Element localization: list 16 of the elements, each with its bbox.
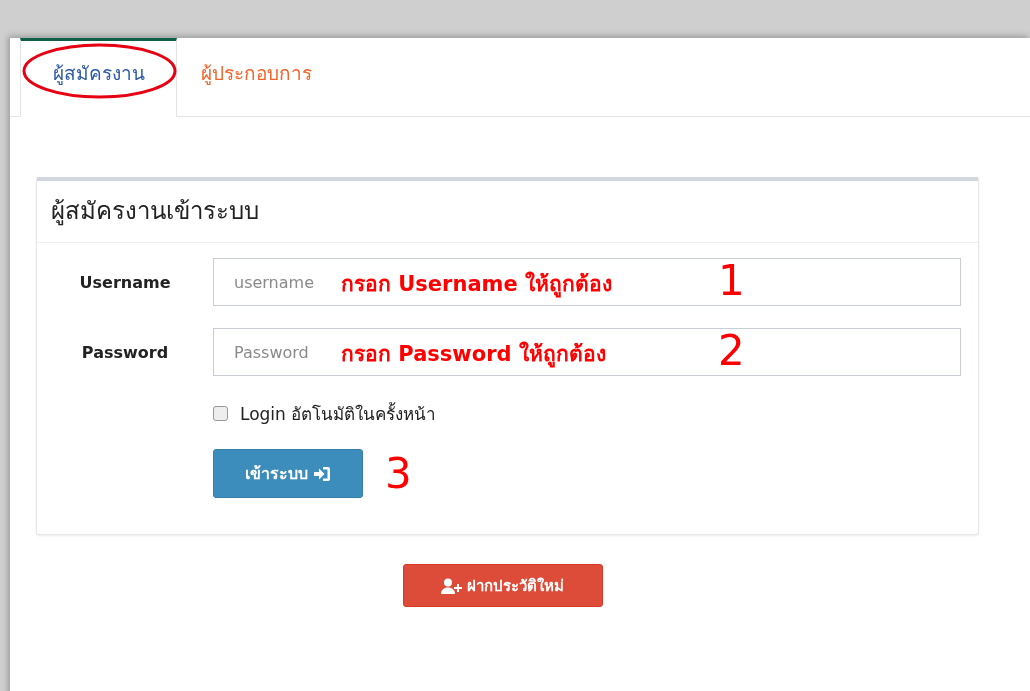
annotation-text: กรอก Password ให้ถูกต้อง xyxy=(341,340,606,370)
register-button[interactable]: ฝากประวัติใหม่ xyxy=(402,564,603,607)
checkbox[interactable] xyxy=(213,406,228,421)
user-plus-icon xyxy=(441,577,463,594)
field-label: Password xyxy=(80,342,170,362)
step-number: 1 xyxy=(718,256,745,305)
sign-in-icon xyxy=(313,465,331,482)
step-number: 3 xyxy=(385,449,412,498)
login-button[interactable]: เข้าระบบ xyxy=(213,449,363,498)
checkbox-label: Login อัตโนมัติในครั้งหน้า xyxy=(240,401,437,426)
tab[interactable]: ผู้สมัครงาน xyxy=(20,38,177,117)
annotation-text: กรอก Username ให้ถูกต้อง xyxy=(341,270,613,300)
panel-title: ผู้สมัครงานเข้าระบบ xyxy=(37,181,978,243)
field-label: Username xyxy=(78,272,172,292)
step-number: 2 xyxy=(718,326,745,375)
tab[interactable]: ผู้ประกอบการ xyxy=(177,38,336,117)
